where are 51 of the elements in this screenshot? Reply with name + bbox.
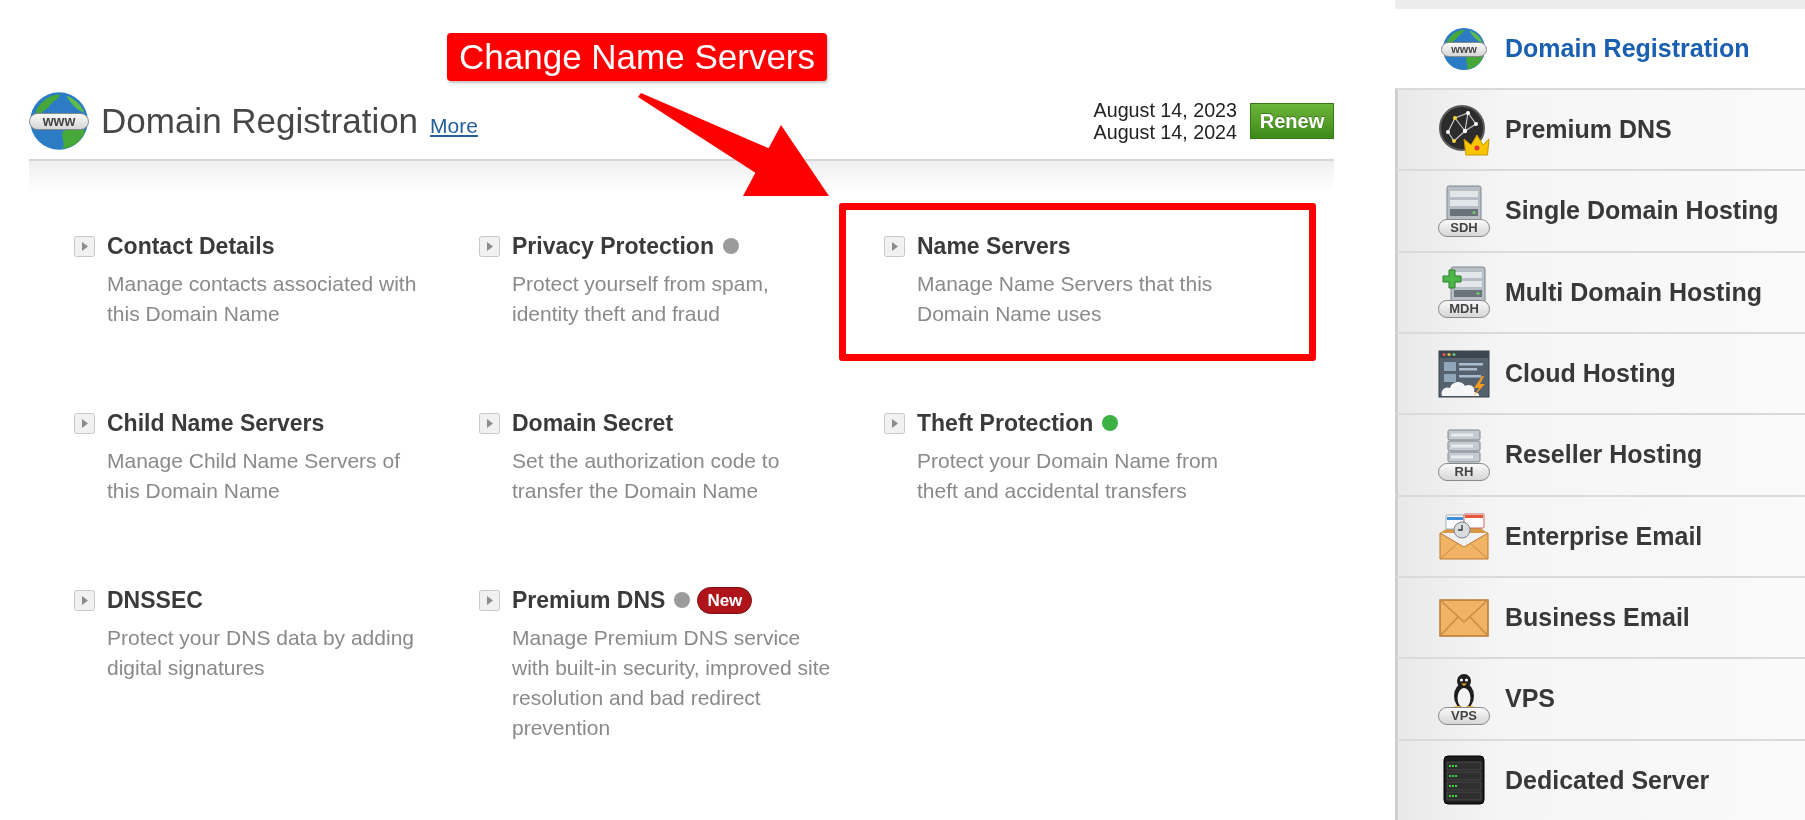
open-envelope-icon [1439,512,1489,560]
feature-link[interactable]: Name Servers [917,232,1071,260]
icon-badge: VPS [1438,706,1490,725]
arrow-box-icon[interactable] [74,235,95,257]
arrow-box-icon[interactable] [479,412,500,434]
feature-description: Protect your Domain Name from theft and accidental transfers [917,448,1220,504]
date-text: August 14, 2023 [1093,99,1237,121]
feature-description: Set the authorization code to transfer the Domain Name [512,448,781,504]
feature-link[interactable]: Domain Secret [512,409,674,437]
sidebar-item[interactable]: MDH Multi Domain Hosting [1395,250,1805,332]
server-stack-icon [1447,428,1481,463]
sidebar-item[interactable]: VPS VPS [1395,657,1805,739]
sidebar-item[interactable]: www Domain Registration [1395,9,1805,88]
feature-description: Protect yourself from spam, identity theft and fraud [512,271,770,327]
arrow-box-icon[interactable] [479,235,500,257]
page-title: Domain Registration [101,101,419,141]
network-crown-icon [1438,103,1490,156]
feature-link[interactable]: Privacy Protection [512,232,714,260]
arrow-box-icon[interactable] [479,589,500,611]
feature-link[interactable]: Child Name Servers [107,409,325,437]
sidebar-item[interactable]: RH Reseller Hosting [1395,413,1805,495]
feature-description: Manage Premium DNS service with built-in security, improved site resolution and bad redirect prevention [512,625,832,741]
feature-link[interactable]: DNSSEC [107,586,203,614]
icon-badge: SDH [1438,219,1490,237]
arrow-box-icon[interactable] [74,412,95,434]
arrow-box-icon[interactable] [884,412,905,434]
icon-badge: MDH [1438,300,1490,319]
more-link[interactable]: More [430,114,478,138]
icon-badge: www [29,113,89,130]
sidebar-item[interactable]: Dedicated Server [1395,738,1805,820]
cloud-window-icon [1438,349,1490,398]
feature-description: Protect your DNS data by adding digital signatures [107,625,415,681]
feature-badge: New [697,586,753,614]
envelope-icon [1439,598,1489,637]
feature-link[interactable]: Contact Details [107,232,275,260]
sidebar-item[interactable]: Enterprise Email [1395,494,1805,576]
sidebar-item[interactable]: Cloud Hosting [1395,332,1805,414]
sidebar-item[interactable]: Premium DNS [1395,88,1805,170]
server-tower-icon [1443,755,1485,806]
icon-badge: RH [1438,462,1490,481]
feature-link[interactable]: Premium DNS [512,586,666,614]
feature-description: Manage Child Name Servers of this Domain Name [107,448,401,504]
feature-description: Manage Name Servers that this Domain Name uses [917,271,1214,327]
arrow-box-icon[interactable] [884,235,905,257]
date-text: August 14, 2024 [1093,121,1237,143]
arrow-box-icon[interactable] [74,589,95,611]
feature-link[interactable]: Theft Protection [917,409,1094,437]
feature-description: Manage contacts associated with this Domain Name [107,271,418,327]
callout-label: Change Name Servers [447,33,827,81]
sidebar-item[interactable]: SDH Single Domain Hosting [1395,169,1805,251]
sidebar-item[interactable]: Business Email [1395,575,1805,658]
